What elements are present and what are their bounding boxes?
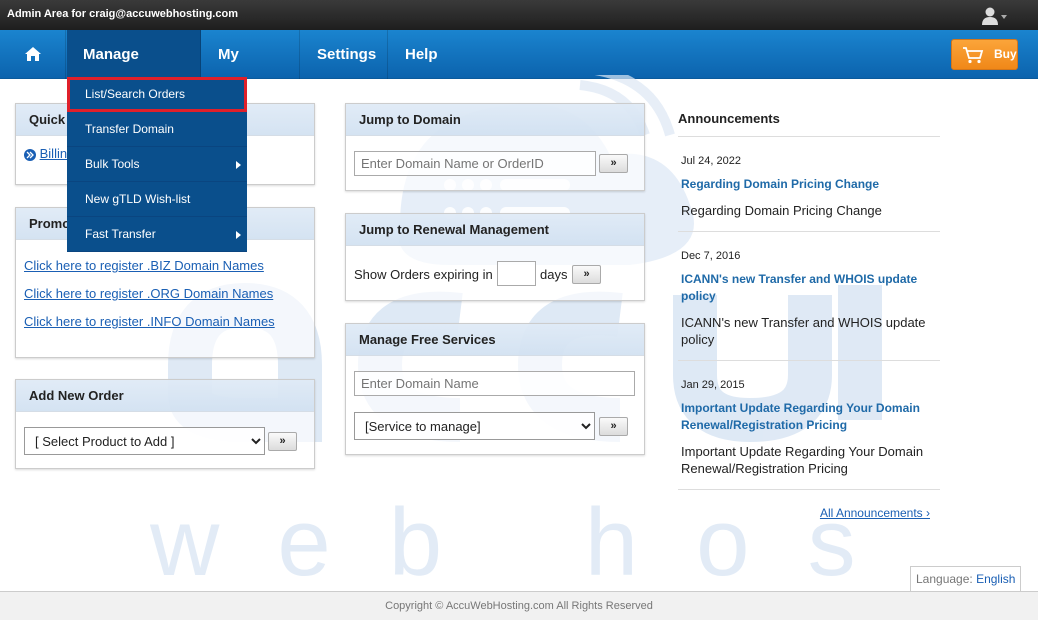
product-select[interactable]: [ Select Product to Add ]	[24, 427, 265, 455]
promo-link-biz[interactable]: Click here to register .BIZ Domain Names	[24, 258, 264, 273]
announcement-item: Jan 29, 2015 Important Update Regarding …	[678, 361, 940, 490]
nav-manage-orders[interactable]: Manage Orders	[67, 30, 201, 112]
free-services-title: Manage Free Services	[346, 324, 644, 356]
user-icon	[982, 7, 1007, 25]
announcement-link[interactable]: Regarding Domain Pricing Change	[681, 176, 937, 193]
menu-item-bulk-tools[interactable]: Bulk Tools	[67, 147, 247, 182]
renewal-prefix-label: Show Orders expiring in	[354, 267, 493, 282]
announcement-desc: Important Update Regarding Your Domain R…	[681, 444, 924, 476]
service-select[interactable]: [Service to manage]	[354, 412, 595, 440]
manage-orders-dropdown: List/Search Orders Transfer Domain Bulk …	[67, 77, 247, 252]
main-nav: Manage Orders My Billing Settings Help B…	[0, 30, 1038, 112]
menu-item-label: Bulk Tools	[85, 157, 140, 171]
add-order-go-button[interactable]: »	[268, 432, 297, 451]
announcements-section: Announcements Jul 24, 2022 Regarding Dom…	[678, 103, 940, 520]
promo-link-info[interactable]: Click here to register .INFO Domain Name…	[24, 314, 275, 329]
jump-to-domain-panel: Jump to Domain »	[345, 103, 645, 191]
expiring-days-input[interactable]	[497, 261, 536, 286]
renewal-days-label: days	[540, 267, 568, 282]
buy-label: Buy	[994, 47, 1017, 61]
announcement-date: Jul 24, 2022	[681, 155, 741, 167]
jump-domain-title: Jump to Domain	[346, 104, 644, 136]
announcement-desc: ICANN's new Transfer and WHOIS update po…	[681, 315, 926, 347]
admin-area-label: Admin Area for craig@accuwebhosting.com	[7, 8, 238, 20]
all-announcements-link[interactable]: All Announcements ›	[820, 506, 930, 520]
free-services-panel: Manage Free Services [Service to manage]…	[345, 323, 645, 455]
buy-button[interactable]: Buy	[951, 39, 1018, 70]
all-announcements-row: All Announcements ›	[678, 490, 940, 520]
menu-item-list-search-orders[interactable]: List/Search Orders	[67, 77, 247, 112]
renewal-go-button[interactable]: »	[572, 265, 601, 284]
submenu-arrow-icon	[236, 161, 241, 169]
announcement-link[interactable]: Important Update Regarding Your Domain R…	[681, 400, 937, 434]
nav-home[interactable]	[0, 30, 66, 79]
add-order-title: Add New Order	[16, 380, 314, 412]
billing-link[interactable]: Billin	[40, 146, 67, 161]
submenu-arrow-icon	[236, 231, 241, 239]
announcement-item: Jul 24, 2022 Regarding Domain Pricing Ch…	[678, 137, 940, 232]
menu-item-fast-transfer[interactable]: Fast Transfer	[67, 217, 247, 252]
announcement-date: Dec 7, 2016	[681, 250, 741, 262]
free-service-domain-input[interactable]	[354, 371, 635, 396]
announcement-date: Jan 29, 2015	[681, 379, 745, 391]
user-menu[interactable]	[980, 6, 1010, 26]
menu-item-new-gtld-wishlist[interactable]: New gTLD Wish-list	[67, 182, 247, 217]
nav-settings[interactable]: Settings	[301, 30, 388, 79]
cart-icon	[963, 47, 984, 64]
domain-orderid-input[interactable]	[354, 151, 596, 176]
language-label: Language:	[916, 572, 973, 586]
announcement-desc: Regarding Domain Pricing Change	[681, 203, 882, 218]
home-icon	[25, 47, 41, 61]
announcements-title: Announcements	[678, 103, 940, 137]
language-value: English	[976, 572, 1016, 586]
free-services-go-button[interactable]: »	[599, 417, 628, 436]
jump-domain-go-button[interactable]: »	[599, 154, 628, 173]
language-selector[interactable]: Language: English	[910, 566, 1021, 592]
menu-item-label: Fast Transfer	[85, 227, 156, 241]
announcement-item: Dec 7, 2016 ICANN's new Transfer and WHO…	[678, 232, 940, 361]
add-new-order-panel: Add New Order [ Select Product to Add ] …	[15, 379, 315, 469]
promo-link-org[interactable]: Click here to register .ORG Domain Names	[24, 286, 273, 301]
double-chevron-icon	[24, 148, 36, 161]
nav-help[interactable]: Help	[389, 30, 453, 79]
copyright-text: Copyright © AccuWebHosting.com All Right…	[385, 600, 653, 612]
announcement-link[interactable]: ICANN's new Transfer and WHOIS update po…	[681, 271, 937, 305]
footer: Copyright © AccuWebHosting.com All Right…	[0, 591, 1038, 620]
jump-renewal-title: Jump to Renewal Management	[346, 214, 644, 246]
menu-item-transfer-domain[interactable]: Transfer Domain	[67, 112, 247, 147]
admin-topbar: Admin Area for craig@accuwebhosting.com	[0, 0, 1038, 30]
nav-my-billing[interactable]: My Billing	[202, 30, 300, 112]
jump-to-renewal-panel: Jump to Renewal Management Show Orders e…	[345, 213, 645, 301]
